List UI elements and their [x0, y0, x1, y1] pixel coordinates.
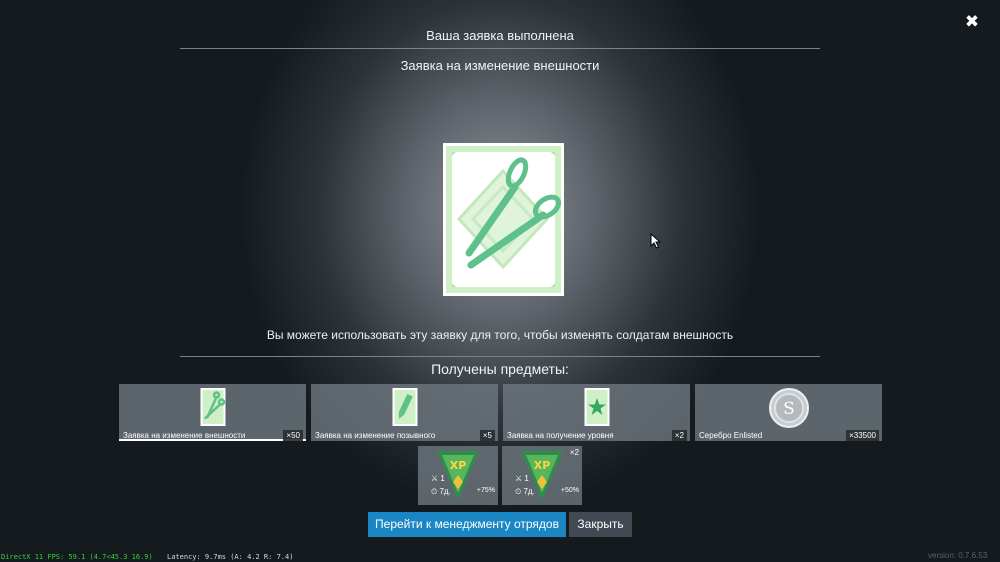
silver-coin-icon: S — [768, 388, 809, 428]
scissors-icon — [446, 146, 562, 293]
item-quantity: ×50 — [283, 430, 303, 441]
clock-icon: ⏲ — [515, 487, 522, 496]
fps-counter: DirectX 11 FPS: 59.1 (4.7<45.3 16.9) — [1, 553, 153, 561]
xp-booster[interactable]: XP ×2 ⚔ 1 ⏲ 7д. +50% — [502, 446, 582, 505]
booster-duration: ⏲ 7д. — [515, 487, 535, 496]
close-button[interactable]: ✖ — [962, 12, 982, 32]
svg-text:S: S — [783, 399, 795, 419]
item-quantity: ×2 — [671, 430, 687, 441]
star-icon — [584, 388, 609, 426]
svg-text:XP: XP — [450, 459, 467, 472]
description-divider — [180, 356, 820, 357]
booster-bonus: +75% — [476, 487, 495, 494]
close-icon: ✖ — [964, 12, 980, 31]
mouse-cursor-icon — [650, 233, 662, 249]
version-label: version: 0.7.6.53 — [928, 551, 988, 560]
received-item[interactable]: Заявка на изменение позывного ×5 — [311, 384, 498, 441]
title-divider — [180, 48, 820, 49]
scissors-icon — [200, 388, 225, 426]
received-item[interactable]: Заявка на изменение внешности ×50 — [119, 384, 306, 441]
booster-count: ⚔ 1 — [515, 474, 529, 483]
svg-text:XP: XP — [534, 459, 551, 472]
item-label: Заявка на получение уровня — [507, 431, 614, 440]
latency-readout: Latency: 9.7ms (A: 4.2 R: 7.4) — [167, 553, 294, 561]
swords-icon: ⚔ — [431, 474, 439, 483]
received-item[interactable]: S Серебро Enlisted ×33500 — [695, 384, 882, 441]
item-label: Заявка на изменение внешности — [123, 431, 246, 440]
item-label: Серебро Enlisted — [699, 431, 763, 440]
booster-duration: ⏲ 7д. — [431, 487, 451, 496]
page-title: Ваша заявка выполнена — [426, 28, 574, 43]
reward-card — [443, 143, 564, 296]
booster-count: ⚔ 1 — [431, 474, 445, 483]
close-dialog-button[interactable]: Закрыть — [569, 512, 632, 537]
item-label: Заявка на изменение позывного — [315, 431, 436, 440]
received-item[interactable]: Заявка на получение уровня ×2 — [503, 384, 690, 441]
booster-bonus: +50% — [560, 487, 579, 494]
item-quantity: ×33500 — [846, 430, 879, 441]
clock-icon: ⏲ — [431, 487, 438, 496]
reward-name: Заявка на изменение внешности — [400, 58, 600, 73]
xp-booster[interactable]: XP ⚔ 1 ⏲ 7д. +75% — [418, 446, 498, 505]
swords-icon: ⚔ — [515, 474, 523, 483]
pencil-icon — [392, 388, 417, 426]
reward-description: Вы можете использовать эту заявку для то… — [266, 328, 734, 342]
booster-multiplier: ×2 — [569, 448, 579, 457]
received-heading: Получены предметы: — [431, 361, 569, 377]
item-quantity: ×5 — [479, 430, 495, 441]
go-to-squads-button[interactable]: Перейти к менеджменту отрядов — [368, 512, 566, 537]
